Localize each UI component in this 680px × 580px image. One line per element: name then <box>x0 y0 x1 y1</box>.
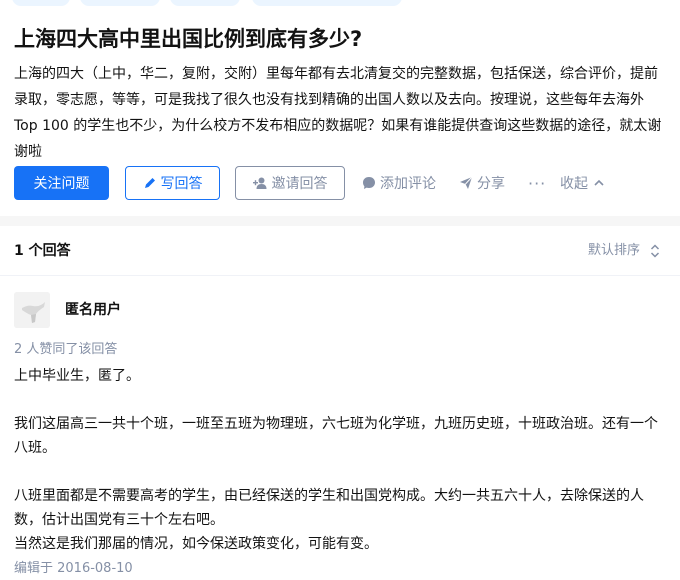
add-comment-button[interactable]: 添加评论 <box>362 166 436 200</box>
answer-paragraph: 上中毕业生，匿了。 <box>14 368 140 384</box>
collapse-button[interactable]: 收起 <box>560 166 605 200</box>
question-card: 上海四大高中里出国比例到底有多少? 上海的四大（上中，华二，复附，交附）里每年都… <box>0 0 680 216</box>
share-icon <box>460 176 473 189</box>
edited-timestamp[interactable]: 编辑于 2016-08-10 <box>14 559 133 579</box>
write-answer-label: 写回答 <box>160 176 203 192</box>
question-actions: 关注问题 写回答 邀请回答 添加评论 分享 ··· 收起 <box>14 166 674 200</box>
anonymous-avatar-icon <box>14 292 50 328</box>
invite-answer-button[interactable]: 邀请回答 <box>235 166 345 200</box>
comment-icon <box>363 177 375 189</box>
topic-tag[interactable] <box>170 0 240 6</box>
write-answer-button[interactable]: 写回答 <box>125 166 220 200</box>
topic-tag[interactable] <box>80 0 160 6</box>
author-name[interactable]: 匿名用户 <box>65 299 121 321</box>
invite-answer-label: 邀请回答 <box>271 176 328 192</box>
answer-paragraph: 我们这届高三一共十个班，一班至五班为物理班，六七班为化学班，九班历史班，十班政治… <box>14 416 658 456</box>
more-button[interactable]: ··· <box>528 166 546 200</box>
share-button[interactable]: 分享 <box>459 166 505 200</box>
follow-question-button[interactable]: 关注问题 <box>14 166 109 200</box>
collapse-label: 收起 <box>560 176 588 192</box>
answer-count: 1 个回答 <box>14 243 71 259</box>
sort-select[interactable]: 默认排序 <box>588 240 660 262</box>
answer-paragraph: 当然这是我们那届的情况，如今保送政策变化，可能有变。 <box>14 536 378 552</box>
chevron-up-icon <box>594 179 604 186</box>
add-user-icon <box>252 177 266 189</box>
answer-content: 上中毕业生，匿了。 我们这届高三一共十个班，一班至五班为物理班，六七班为化学班，… <box>14 364 670 556</box>
question-title: 上海四大高中里出国比例到底有多少? <box>14 27 363 51</box>
vote-count: 2 人赞同了该回答 <box>14 342 118 357</box>
answers-card: 1 个回答 默认排序 匿名用户 2 人赞同了该回答 上中毕业生，匿了。 我们这届… <box>0 226 680 580</box>
add-comment-label: 添加评论 <box>380 176 436 192</box>
sort-icon <box>650 244 660 258</box>
question-description: 上海的四大（上中，华二，复附，交附）里每年都有去北清复交的完整数据，包括保送，综… <box>14 66 662 160</box>
follow-question-label: 关注问题 <box>33 176 90 192</box>
share-label: 分享 <box>477 176 505 192</box>
answers-header: 1 个回答 默认排序 <box>0 226 680 276</box>
avatar[interactable] <box>14 292 50 328</box>
pen-icon <box>144 178 155 188</box>
topic-tag[interactable] <box>252 0 402 6</box>
answer-paragraph: 八班里面都是不需要高考的学生，由已经保送的学生和出国党构成。大约一共五六十人，去… <box>14 488 644 528</box>
topic-tag[interactable] <box>12 0 70 6</box>
sort-label: 默认排序 <box>587 243 640 258</box>
